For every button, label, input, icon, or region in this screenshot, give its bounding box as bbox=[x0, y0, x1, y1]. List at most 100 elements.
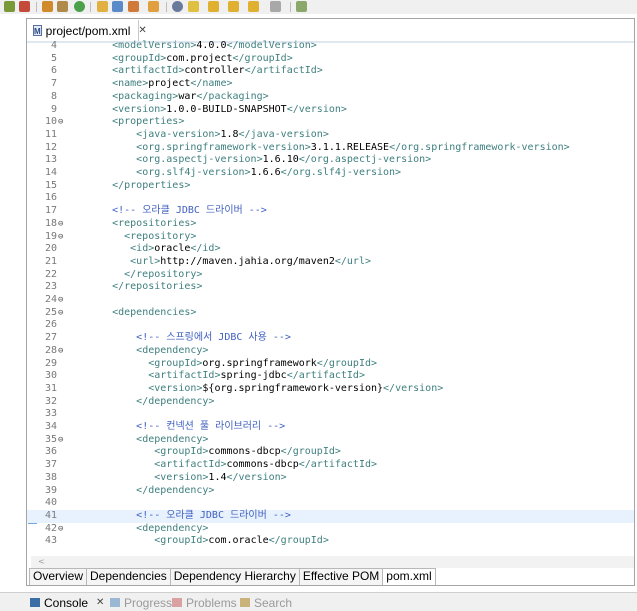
fold-toggle-icon[interactable]: ⊖ bbox=[58, 218, 63, 231]
horizontal-scrollbar[interactable]: < bbox=[31, 556, 634, 568]
code-line[interactable]: 36 <groupId>commons-dbcp</groupId> bbox=[27, 446, 634, 459]
close-icon[interactable]: ✕ bbox=[138, 25, 146, 36]
view-tab-progress[interactable]: Progress bbox=[110, 595, 172, 610]
xml-content: 1.0.0-BUILD-SNAPSHOT bbox=[166, 103, 287, 115]
fold-toggle-icon[interactable]: ⊖ bbox=[58, 523, 63, 536]
annotation-icon[interactable] bbox=[188, 1, 199, 12]
open-type-icon[interactable] bbox=[112, 1, 123, 12]
tools-icon[interactable] bbox=[128, 1, 139, 12]
code-line[interactable]: 9 <version>1.0.0-BUILD-SNAPSHOT</version… bbox=[27, 104, 634, 117]
code-line[interactable]: 21 <url>http://maven.jahia.org/maven2</u… bbox=[27, 256, 634, 269]
forward-icon[interactable] bbox=[248, 1, 259, 12]
tab-effective-pom[interactable]: Effective POM bbox=[298, 568, 384, 585]
code-line[interactable]: 19 ⊖ <repository> bbox=[27, 231, 634, 244]
code-line[interactable]: 37 <artifactId>commons-dbcp</artifactId> bbox=[27, 459, 634, 472]
line-number: 9 bbox=[50, 103, 57, 115]
fold-toggle-icon[interactable]: ⊖ bbox=[58, 307, 63, 320]
code-line[interactable]: 29 <groupId>org.springframework</groupId… bbox=[27, 358, 634, 371]
code-line[interactable]: 40 bbox=[27, 497, 634, 510]
code-line[interactable]: 28 ⊖ <dependency> bbox=[27, 345, 634, 358]
code-text: <groupId>org.springframework</groupId> bbox=[88, 358, 377, 371]
tab-dependency-hierarchy[interactable]: Dependency Hierarchy bbox=[169, 568, 300, 585]
next-annotation-icon[interactable] bbox=[208, 1, 219, 12]
scroll-left-icon[interactable]: < bbox=[38, 556, 45, 568]
line-number: 22 bbox=[44, 268, 57, 280]
fold-toggle-icon[interactable]: ⊖ bbox=[58, 434, 63, 447]
external-tools-icon[interactable] bbox=[42, 1, 53, 12]
close-icon[interactable]: ✕ bbox=[96, 597, 104, 608]
code-line[interactable]: 22 </repository> bbox=[27, 269, 634, 282]
code-line[interactable]: 4 <modelVersion>4.0.0</modelVersion> bbox=[27, 40, 634, 53]
xml-tag: <name> bbox=[112, 78, 149, 90]
code-line[interactable]: 7 <name>project</name> bbox=[27, 78, 634, 91]
view-tab-problems[interactable]: Problems bbox=[172, 595, 237, 610]
code-line[interactable]: 12 <org.springframework-version>3.1.1.RE… bbox=[27, 142, 634, 155]
tab-dependencies[interactable]: Dependencies bbox=[86, 568, 171, 585]
code-text: <version>1.4</version> bbox=[88, 472, 286, 485]
code-line[interactable]: 24 ⊖ bbox=[27, 294, 634, 307]
view-tab-console[interactable]: Console ✕ bbox=[30, 595, 104, 610]
line-number: 39 bbox=[44, 484, 57, 496]
code-line[interactable]: 25 ⊖ <dependencies> bbox=[27, 307, 634, 320]
code-line[interactable]: 6 <artifactId>controller</artifactId> bbox=[27, 65, 634, 78]
code-line[interactable]: 8 <packaging>war</packaging> bbox=[27, 91, 634, 104]
code-line[interactable]: 13 <org.aspectj-version>1.6.10</org.aspe… bbox=[27, 154, 634, 167]
run-icon[interactable] bbox=[19, 1, 30, 12]
fold-toggle-icon[interactable]: ⊖ bbox=[58, 345, 63, 358]
line-number: 37 bbox=[44, 459, 57, 471]
code-line[interactable]: 5 <groupId>com.project</groupId> bbox=[27, 53, 634, 66]
xml-tag: </artifactId> bbox=[298, 459, 378, 471]
tab-overview[interactable]: Overview bbox=[29, 568, 88, 585]
code-line[interactable]: 42 ⊖ <dependency> bbox=[27, 523, 634, 536]
source-code-view[interactable]: 4 <modelVersion>4.0.0</modelVersion> 5 <g… bbox=[27, 40, 634, 554]
code-line[interactable]: 35 ⊖ <dependency> bbox=[27, 434, 634, 447]
code-line[interactable]: 17 <!-- 오라클 JDBC 드라이버 --> bbox=[27, 205, 634, 218]
xml-content: controller bbox=[184, 65, 245, 77]
code-line[interactable]: 41 <!-- 오라클 JDBC 드라이버 --> bbox=[27, 509, 634, 523]
code-text: <!-- 스프링에서 JDBC 사용 --> bbox=[88, 332, 291, 345]
toolbar-separator bbox=[36, 2, 37, 12]
xml-tag: <groupId> bbox=[148, 357, 203, 369]
code-line[interactable]: 38 <version>1.4</version> bbox=[27, 472, 634, 485]
refresh-icon[interactable] bbox=[74, 1, 85, 12]
code-line[interactable]: 43 <groupId>com.oracle</groupId> bbox=[27, 535, 634, 548]
new-icon[interactable] bbox=[57, 1, 68, 12]
line-number: 28 bbox=[44, 344, 57, 356]
next-edit-icon[interactable] bbox=[270, 1, 281, 12]
code-line[interactable]: 26 bbox=[27, 319, 634, 332]
debug-icon[interactable] bbox=[4, 1, 15, 12]
xml-tag: <java-version> bbox=[136, 128, 221, 140]
globe-icon[interactable] bbox=[172, 1, 183, 12]
code-line[interactable]: 23 </repositories> bbox=[27, 281, 634, 294]
code-line[interactable]: 14 <org.slf4j-version>1.6.6</org.slf4j-v… bbox=[27, 167, 634, 180]
code-line[interactable]: 31 <version>${org.springframework-versio… bbox=[27, 383, 634, 396]
tab-pom-xml[interactable]: pom.xml bbox=[382, 568, 436, 585]
fold-toggle-icon[interactable]: ⊖ bbox=[58, 116, 63, 129]
fold-toggle-icon[interactable]: ⊖ bbox=[58, 294, 63, 307]
code-line[interactable]: 15 </properties> bbox=[27, 180, 634, 193]
xml-tag: <modelVersion> bbox=[112, 40, 197, 51]
code-line[interactable]: 10 ⊖ <properties> bbox=[27, 116, 634, 129]
fold-toggle-icon[interactable]: ⊖ bbox=[58, 231, 63, 244]
editor-tab-pom-xml[interactable]: M project/pom.xml ✕ bbox=[28, 20, 147, 41]
open-folder-icon[interactable] bbox=[97, 1, 108, 12]
code-line[interactable]: 20 <id>oracle</id> bbox=[27, 243, 634, 256]
code-line[interactable]: 27 <!-- 스프링에서 JDBC 사용 --> bbox=[27, 332, 634, 345]
back-icon[interactable] bbox=[228, 1, 239, 12]
line-number: 35 bbox=[44, 433, 57, 445]
code-line[interactable]: 11 <java-version>1.8</java-version> bbox=[27, 129, 634, 142]
code-line[interactable]: 18 ⊖ <repositories> bbox=[27, 218, 634, 231]
code-line[interactable]: 39 </dependency> bbox=[27, 485, 634, 498]
open-task-icon[interactable] bbox=[148, 1, 159, 12]
code-line[interactable]: 32 </dependency> bbox=[27, 396, 634, 409]
line-number: 42 bbox=[44, 522, 57, 534]
pin-editor-icon[interactable] bbox=[296, 1, 307, 12]
code-line[interactable]: 30 <artifactId>spring-jdbc</artifactId> bbox=[27, 370, 634, 383]
line-number: 38 bbox=[44, 471, 57, 483]
code-line[interactable]: 16 bbox=[27, 192, 634, 205]
code-line[interactable]: 34 <!-- 컨넥션 풀 라이브러리 --> bbox=[27, 421, 634, 434]
code-line[interactable]: 33 bbox=[27, 408, 634, 421]
view-tab-search[interactable]: Search bbox=[240, 595, 292, 610]
